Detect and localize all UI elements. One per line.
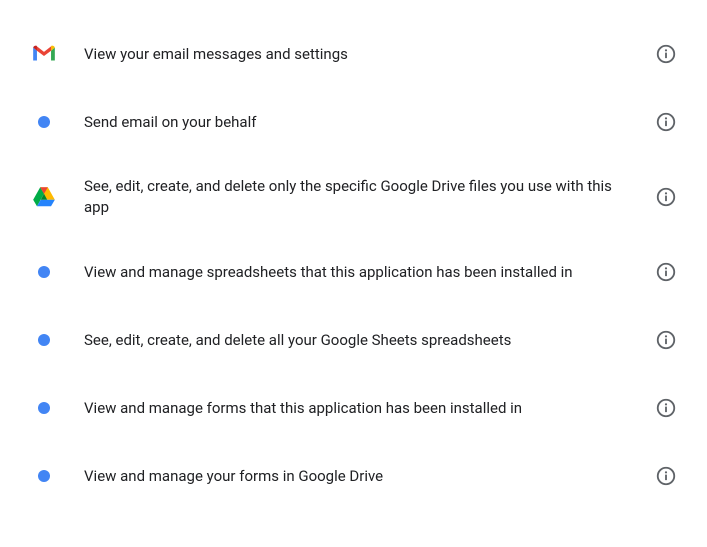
info-icon[interactable]: [655, 329, 677, 351]
info-icon[interactable]: [655, 186, 677, 208]
permission-text: View your email messages and settings: [84, 44, 629, 65]
gmail-icon: [30, 40, 58, 68]
permission-item: View and manage forms that this applicat…: [30, 374, 677, 442]
permission-text: See, edit, create, and delete all your G…: [84, 330, 629, 351]
info-icon[interactable]: [655, 111, 677, 133]
info-icon[interactable]: [655, 397, 677, 419]
info-icon[interactable]: [655, 43, 677, 65]
bullet-icon: [30, 108, 58, 136]
permission-item: See, edit, create, and delete only the s…: [30, 156, 677, 238]
permission-text: View and manage your forms in Google Dri…: [84, 466, 629, 487]
bullet-icon: [30, 394, 58, 422]
permission-text: See, edit, create, and delete only the s…: [84, 176, 629, 218]
permission-item: View your email messages and settings: [30, 20, 677, 88]
permission-item: View and manage your forms in Google Dri…: [30, 442, 677, 510]
info-icon[interactable]: [655, 261, 677, 283]
permission-text: View and manage spreadsheets that this a…: [84, 262, 629, 283]
permission-item: See, edit, create, and delete all your G…: [30, 306, 677, 374]
permission-item: View and manage spreadsheets that this a…: [30, 238, 677, 306]
permission-list: View your email messages and settings Se…: [30, 20, 677, 510]
drive-icon: [30, 183, 58, 211]
bullet-icon: [30, 462, 58, 490]
permission-item: Send email on your behalf: [30, 88, 677, 156]
info-icon[interactable]: [655, 465, 677, 487]
permission-text: View and manage forms that this applicat…: [84, 398, 629, 419]
permission-text: Send email on your behalf: [84, 112, 629, 133]
bullet-icon: [30, 326, 58, 354]
bullet-icon: [30, 258, 58, 286]
